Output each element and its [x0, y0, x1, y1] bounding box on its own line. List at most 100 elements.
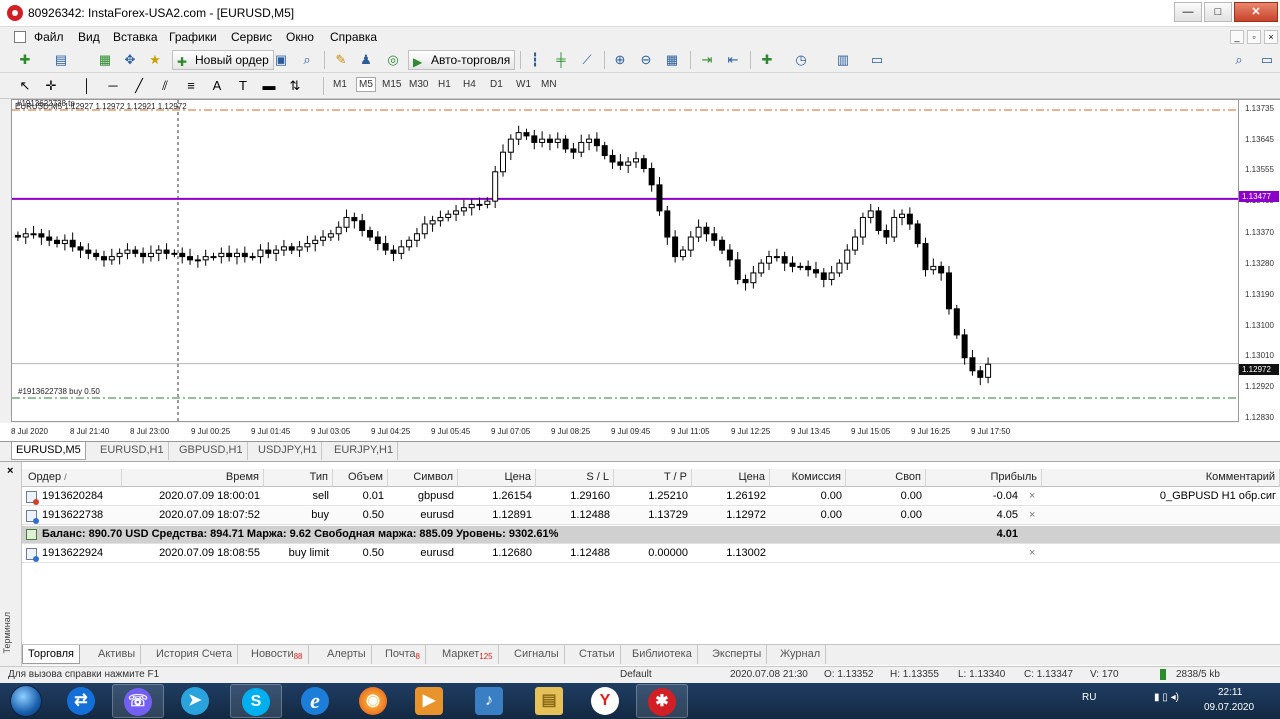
vertical-line-icon[interactable]: │: [78, 77, 96, 95]
timeframe-m5[interactable]: M5: [356, 77, 376, 92]
strategy-tester-icon[interactable]: ⌕: [298, 51, 316, 69]
chart-tab-usdjpy-h1[interactable]: USDJPY,H1: [254, 442, 323, 460]
taskbar-app[interactable]: ♪: [464, 684, 516, 718]
menu-help[interactable]: Справка: [330, 30, 377, 44]
price-chart[interactable]: EURUSD,M5 1.12927 1.12972 1.12921 1.1297…: [11, 99, 1239, 422]
timeframe-mn[interactable]: MN: [541, 79, 557, 90]
table-row[interactable]: 1913622924 2020.07.09 18:08:55 buy limit…: [22, 545, 1280, 563]
menu-window[interactable]: Окно: [286, 30, 314, 44]
table-row[interactable]: 1913620284 2020.07.09 18:00:01 sell 0.01…: [22, 488, 1280, 506]
close-order-icon[interactable]: ×: [1029, 488, 1035, 505]
taskbar-app[interactable]: ☏: [112, 684, 164, 718]
chart-tab-gbpusd-h1[interactable]: GBPUSD,H1: [175, 442, 248, 460]
col-sl[interactable]: S / L: [536, 469, 614, 487]
fibonacci-icon[interactable]: ≡: [182, 77, 200, 95]
data-window-icon[interactable]: ✥: [121, 51, 139, 69]
tab-news[interactable]: Новости88: [246, 645, 309, 664]
navigator-icon[interactable]: ★: [146, 51, 164, 69]
maximize-button[interactable]: □: [1204, 2, 1232, 22]
col-comment[interactable]: Комментарий: [1042, 469, 1280, 487]
close-button[interactable]: ✕: [1234, 2, 1278, 22]
timeframe-m15[interactable]: M15: [382, 79, 401, 90]
col-order[interactable]: Ордер /: [22, 469, 122, 487]
col-commission[interactable]: Комиссия: [770, 469, 846, 487]
text-label-icon[interactable]: T: [234, 77, 252, 95]
indicators-icon[interactable]: ✚: [758, 51, 776, 69]
order-tp[interactable]: 1.13729: [614, 507, 692, 525]
timeframe-h4[interactable]: H4: [463, 79, 476, 90]
tab-signals[interactable]: Сигналы: [509, 645, 565, 664]
start-button[interactable]: [2, 683, 52, 719]
table-row[interactable]: 1913622738 2020.07.09 18:07:52 buy 0.50 …: [22, 507, 1280, 525]
community-icon[interactable]: ◎: [384, 51, 402, 69]
rectangle-icon[interactable]: ▬: [260, 77, 278, 95]
mdi-restore-button[interactable]: ▫: [1247, 30, 1261, 44]
order-sl[interactable]: 1.12488: [536, 545, 614, 563]
templates-icon[interactable]: ▥: [834, 51, 852, 69]
cursor-icon[interactable]: ↖: [16, 77, 34, 95]
profiles-icon[interactable]: ▤: [52, 51, 70, 69]
taskbar-app[interactable]: e: [290, 684, 342, 718]
tab-experts[interactable]: Эксперты: [707, 645, 768, 664]
taskbar-app[interactable]: ⇄: [56, 684, 108, 718]
chart-tab-eurusd-h1[interactable]: EURUSD,H1: [96, 442, 169, 460]
col-volume[interactable]: Объем: [333, 469, 388, 487]
language-indicator[interactable]: RU: [1082, 692, 1096, 703]
chart-properties-icon[interactable]: ▭: [868, 51, 886, 69]
tab-account-history[interactable]: История Счета: [151, 645, 239, 664]
bar-chart-icon[interactable]: ┇: [526, 51, 544, 69]
channel-icon[interactable]: ⫽: [156, 77, 174, 95]
market-watch-icon[interactable]: ▦: [96, 51, 114, 69]
metaeditor-icon[interactable]: ✎: [332, 51, 350, 69]
mdi-close-button[interactable]: ×: [1264, 30, 1278, 44]
clock-time[interactable]: 22:11: [1218, 687, 1242, 698]
col-swap[interactable]: Своп: [846, 469, 926, 487]
clock-date[interactable]: 09.07.2020: [1204, 702, 1254, 713]
col-time[interactable]: Время: [122, 469, 264, 487]
candlestick-icon[interactable]: ╪: [552, 51, 570, 69]
zoom-out-icon[interactable]: ⊖: [637, 51, 655, 69]
order-sl[interactable]: 1.29160: [536, 488, 614, 506]
delete-order-icon[interactable]: ×: [1029, 545, 1035, 562]
timeframe-m30[interactable]: M30: [409, 79, 428, 90]
chart-tab-eurusd-m5[interactable]: EURUSD,M5: [11, 442, 86, 460]
chart-shift-icon[interactable]: ⇤: [724, 51, 742, 69]
search-icon[interactable]: ⌕: [1230, 51, 1248, 69]
taskbar-app[interactable]: ◉: [348, 684, 400, 718]
col-profit[interactable]: Прибыль: [926, 469, 1042, 487]
timeframe-m1[interactable]: M1: [333, 79, 347, 90]
tab-library[interactable]: Библиотека: [627, 645, 698, 664]
order-tp[interactable]: 0.00000: [614, 545, 692, 563]
tray-icon[interactable]: ▮ ▯ ◂): [1154, 692, 1179, 703]
menu-view[interactable]: Вид: [78, 30, 100, 44]
taskbar-app[interactable]: ▤: [524, 684, 576, 718]
trendline-icon[interactable]: ╱: [130, 77, 148, 95]
tab-market[interactable]: Маркет125: [437, 645, 499, 664]
col-current-price[interactable]: Цена: [692, 469, 770, 487]
chat-icon[interactable]: ▭: [1258, 51, 1276, 69]
taskbar-app[interactable]: ✱: [636, 684, 688, 718]
price-axis[interactable]: 1.13735 1.13645 1.13555 1.13465 1.13370 …: [1239, 99, 1280, 423]
timeframe-d1[interactable]: D1: [490, 79, 503, 90]
tab-mailbox[interactable]: Почта8: [380, 645, 426, 664]
timeframe-h1[interactable]: H1: [438, 79, 451, 90]
menu-insert[interactable]: Вставка: [113, 30, 158, 44]
chart-tab-eurjpy-h1[interactable]: EURJPY,H1: [330, 442, 399, 460]
document-icon[interactable]: [14, 31, 26, 43]
tab-trade[interactable]: Торговля: [22, 645, 80, 664]
col-symbol[interactable]: Символ: [388, 469, 458, 487]
tab-articles[interactable]: Статьи: [574, 645, 621, 664]
col-price[interactable]: Цена: [458, 469, 536, 487]
history-icon[interactable]: ▣: [272, 51, 290, 69]
horizontal-line-icon[interactable]: ─: [104, 77, 122, 95]
periods-icon[interactable]: ◷: [792, 51, 810, 69]
menu-tools[interactable]: Сервис: [231, 30, 272, 44]
order-tp[interactable]: 1.25210: [614, 488, 692, 506]
tab-journal[interactable]: Журнал: [775, 645, 827, 664]
new-chart-icon[interactable]: ✚: [16, 51, 34, 69]
auto-trading-button[interactable]: ▶ Авто-торговля: [408, 50, 516, 70]
taskbar-app[interactable]: ➤: [170, 684, 222, 718]
timeframe-w1[interactable]: W1: [516, 79, 531, 90]
zoom-in-icon[interactable]: ⊕: [611, 51, 629, 69]
taskbar-app[interactable]: S: [230, 684, 282, 718]
